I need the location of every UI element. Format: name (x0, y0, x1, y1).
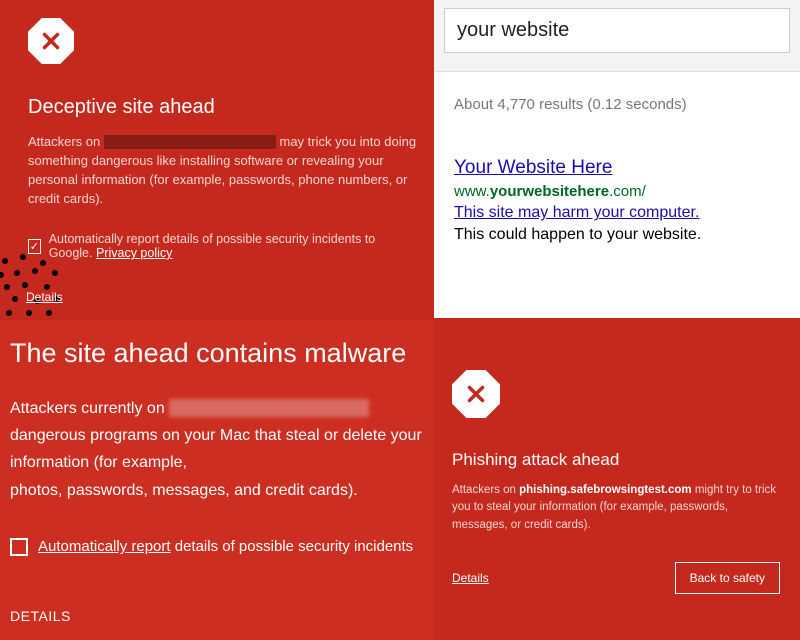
result-note: This could happen to your website. (454, 226, 701, 243)
auto-report-checkbox-2[interactable] (10, 538, 28, 556)
result-title-link[interactable]: Your Website Here (454, 157, 612, 178)
phishing-domain: phishing.safebrowsingtest.com (519, 484, 692, 496)
auto-report-row-2[interactable]: Automatically report details of possible… (10, 538, 446, 556)
phishing-panel: Phishing attack ahead Attackers on phish… (434, 318, 800, 640)
search-input[interactable] (444, 8, 790, 53)
deceptive-site-panel: Deceptive site ahead Attackers on may tr… (0, 0, 434, 320)
details-button[interactable]: DETAILS (10, 608, 71, 624)
stop-icon (28, 18, 74, 64)
deceptive-heading: Deceptive site ahead (28, 96, 422, 119)
phishing-details-link[interactable]: Details (452, 571, 489, 585)
result-harm-warning[interactable]: This site may harm your computer. (454, 204, 699, 221)
details-link[interactable]: Details (26, 290, 63, 304)
auto-report-rest: details of possible security incidents (171, 538, 414, 555)
result-stats: About 4,770 results (0.12 seconds) (434, 72, 800, 113)
back-to-safety-button[interactable]: Back to safety (675, 562, 780, 594)
result-url: www.yourwebsitehere.com/ (454, 183, 646, 200)
redacted-domain (104, 135, 276, 149)
stop-icon (452, 370, 500, 418)
malware-panel: The site ahead contains malware Attacker… (0, 320, 460, 640)
search-bar (434, 0, 800, 72)
auto-report-checkbox[interactable]: ✓ (28, 239, 41, 254)
privacy-policy-link[interactable]: Privacy policy (96, 246, 172, 260)
malware-heading: The site ahead contains malware (10, 338, 446, 369)
auto-report-row[interactable]: ✓ Automatically report details of possib… (28, 232, 422, 260)
search-panel: About 4,770 results (0.12 seconds) Your … (434, 0, 800, 318)
deceptive-body: Attackers on may trick you into doing so… (28, 133, 422, 208)
phishing-heading: Phishing attack ahead (452, 450, 780, 470)
auto-report-strong: Automatically report (38, 538, 171, 555)
redacted-domain-blur (169, 399, 369, 417)
malware-body: Attackers currently on dangerous program… (10, 395, 446, 504)
phishing-body: Attackers on phishing.safebrowsingtest.c… (452, 482, 780, 534)
search-result: Your Website Here www.yourwebsitehere.co… (434, 113, 800, 245)
